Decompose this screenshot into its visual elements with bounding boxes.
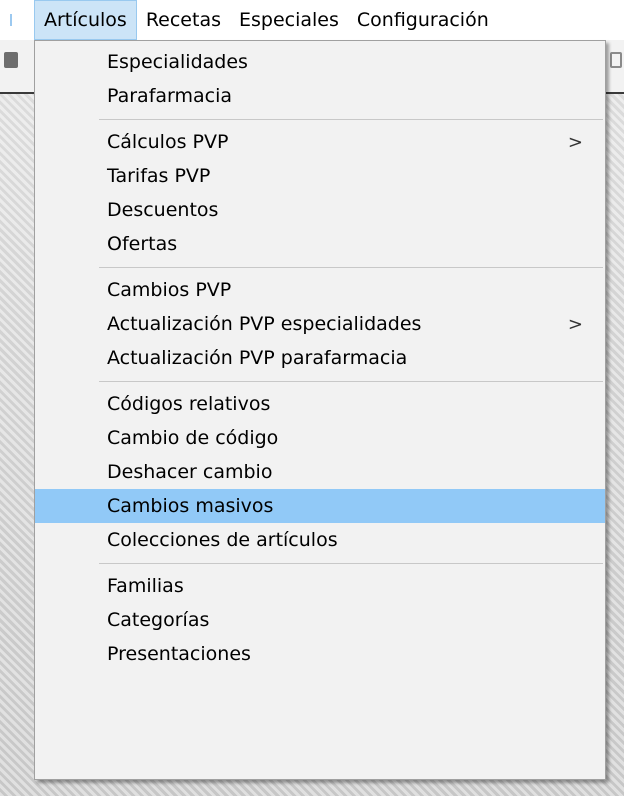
submenu-arrow-icon: > [567,131,583,153]
menu-separator [99,267,603,268]
menu-item-label: Categorías [107,609,210,631]
menu-item-presentaciones[interactable]: Presentaciones [35,637,605,671]
menu-item-actualizacion-pvp-parafarmacia[interactable]: Actualización PVP parafarmacia [35,341,605,375]
menu-configuracion[interactable]: Configuración [348,0,498,40]
toolbar-tool-icon[interactable] [4,52,18,68]
menu-bar: Artículos Recetas Especiales Configuraci… [0,0,624,40]
menu-item-label: Deshacer cambio [107,461,273,483]
menu-item-cambio-de-codigo[interactable]: Cambio de código [35,421,605,455]
menubar-edge-marker [6,0,16,40]
menu-item-tarifas-pvp[interactable]: Tarifas PVP [35,159,605,193]
menu-item-label: Especialidades [107,51,248,73]
menu-separator [99,119,603,120]
menu-item-ofertas[interactable]: Ofertas [35,227,605,261]
menu-item-label: Presentaciones [107,643,251,665]
menu-especiales[interactable]: Especiales [230,0,348,40]
menu-item-label: Colecciones de artículos [107,529,338,551]
menu-item-label: Descuentos [107,199,219,221]
menu-item-label: Familias [107,575,184,597]
menu-item-colecciones-de-articulos[interactable]: Colecciones de artículos [35,523,605,557]
menu-item-actualizacion-pvp-especialidades[interactable]: Actualización PVP especialidades > [35,307,605,341]
submenu-arrow-icon: > [567,313,583,335]
menu-item-calculos-pvp[interactable]: Cálculos PVP > [35,125,605,159]
menu-item-deshacer-cambio[interactable]: Deshacer cambio [35,455,605,489]
menu-item-label: Cambio de código [107,427,279,449]
menu-item-cambios-pvp[interactable]: Cambios PVP [35,273,605,307]
toolbar-tool-icon[interactable] [610,52,622,68]
menu-item-especialidades[interactable]: Especialidades [35,45,605,79]
menu-item-cambios-masivos[interactable]: Cambios masivos [35,489,605,523]
menu-item-label: Cambios PVP [107,279,232,301]
menu-item-label: Tarifas PVP [107,165,211,187]
menu-separator [99,381,603,382]
menu-separator [99,563,603,564]
menu-item-descuentos[interactable]: Descuentos [35,193,605,227]
menu-recetas[interactable]: Recetas [137,0,230,40]
menu-item-parafarmacia[interactable]: Parafarmacia [35,79,605,113]
menu-item-label: Ofertas [107,233,178,255]
menu-item-label: Códigos relativos [107,393,271,415]
menu-item-familias[interactable]: Familias [35,569,605,603]
menu-item-label: Parafarmacia [107,85,233,107]
articulos-dropdown-menu: Especialidades Parafarmacia Cálculos PVP… [34,40,606,780]
menu-item-label: Cambios masivos [107,495,274,517]
menu-item-categorias[interactable]: Categorías [35,603,605,637]
menu-articulos[interactable]: Artículos [34,0,137,40]
menu-item-codigos-relativos[interactable]: Códigos relativos [35,387,605,421]
menu-item-label: Actualización PVP parafarmacia [107,347,408,369]
menu-item-label: Actualización PVP especialidades [107,313,422,335]
menu-item-label: Cálculos PVP [107,131,229,153]
